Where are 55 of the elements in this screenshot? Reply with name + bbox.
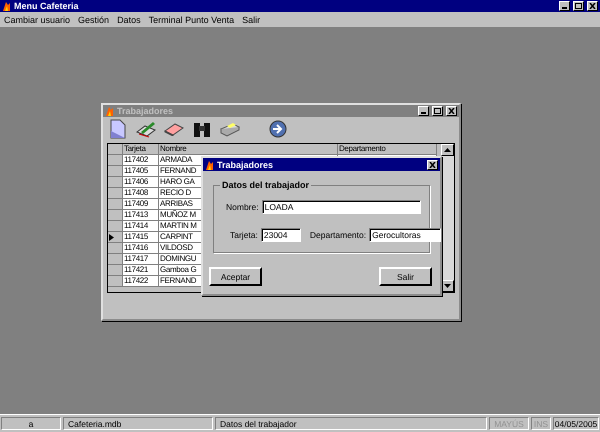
status-field: 04/05/2005 (553, 417, 599, 430)
input-field[interactable]: 23004 (260, 228, 301, 242)
column-header[interactable]: Departamento (338, 144, 437, 155)
close-icon (589, 3, 596, 9)
close-button[interactable] (446, 106, 457, 116)
close-button[interactable] (587, 1, 598, 11)
minimize-button[interactable] (418, 106, 429, 116)
field-label: Nombre: (226, 202, 259, 212)
maximize-icon (434, 108, 441, 114)
flame-logo-icon (2, 1, 11, 11)
table-cell: 117405 (123, 166, 159, 177)
table-cell: 117402 (123, 155, 159, 166)
menu-item[interactable]: Gestión (78, 14, 110, 24)
close-button[interactable] (427, 160, 438, 170)
maximize-button[interactable] (573, 1, 584, 11)
table-cell: 117421 (123, 265, 159, 276)
arrow-circle-icon[interactable] (267, 119, 289, 139)
status-field: Datos del trabajador (215, 417, 487, 430)
table-cell: 117408 (123, 188, 159, 199)
flame-logo-icon (105, 106, 114, 116)
menu-item[interactable]: Datos (117, 14, 141, 24)
dialog-button[interactable]: Aceptar (209, 267, 262, 286)
table-cell: 117417 (123, 254, 159, 265)
maximize-button[interactable] (432, 106, 443, 116)
table-cell: 117413 (123, 210, 159, 221)
window-title: Trabajadores (117, 106, 174, 116)
row-indicator[interactable] (108, 232, 123, 243)
dialog-button[interactable]: Salir (379, 267, 432, 286)
input-field[interactable]: Gerocultoras (369, 228, 442, 242)
group-title: Datos del trabajador (220, 180, 312, 190)
table-cell: 117414 (123, 221, 159, 232)
column-header[interactable]: Nombre (159, 144, 338, 155)
up-arrow-icon (444, 148, 451, 152)
field-label: Tarjeta: (230, 230, 258, 240)
table-cell: 117409 (123, 199, 159, 210)
maximize-icon (575, 3, 582, 9)
status-field: Cafeteria.mdb (63, 417, 213, 430)
flame-logo-icon (205, 160, 214, 170)
pencil-icon[interactable] (135, 119, 157, 139)
column-header[interactable]: Tarjeta (123, 144, 159, 155)
table-cell: 117416 (123, 243, 159, 254)
table-cell: 117422 (123, 276, 159, 287)
menu-item[interactable]: Cambiar usuario (4, 14, 70, 24)
close-icon (429, 162, 436, 168)
scroll-up-button[interactable] (441, 144, 454, 156)
down-arrow-icon (444, 284, 451, 288)
status-field: a (1, 417, 61, 430)
table-cell: 117406 (123, 177, 159, 188)
close-icon (448, 108, 455, 114)
input-field[interactable]: LOADA (262, 200, 421, 214)
menu-item[interactable]: Terminal Punto Venta (148, 14, 234, 24)
table-cell: 117415 (123, 232, 159, 243)
window-title: Menu Cafeteria (14, 1, 80, 11)
minimize-button[interactable] (559, 1, 570, 11)
menu-item[interactable]: Salir (242, 14, 260, 24)
